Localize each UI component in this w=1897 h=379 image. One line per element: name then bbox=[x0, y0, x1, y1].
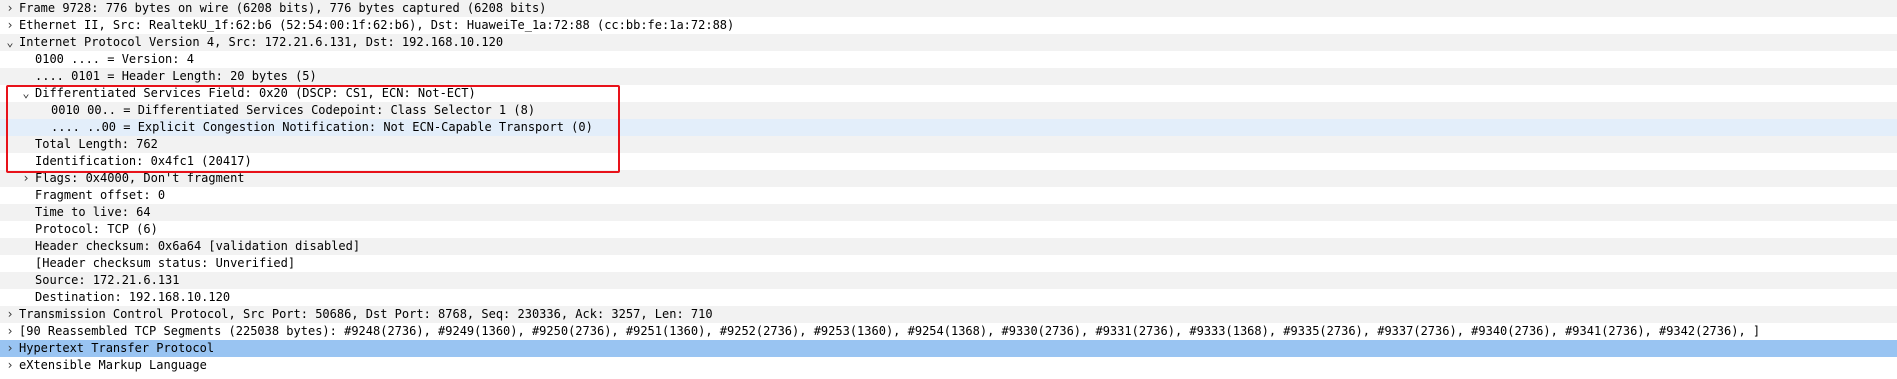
toggle-placeholder bbox=[20, 289, 32, 306]
toggle-placeholder bbox=[20, 221, 32, 238]
tree-row-label: Differentiated Services Field: 0x20 (DSC… bbox=[35, 86, 476, 100]
toggle-placeholder bbox=[20, 272, 32, 289]
tree-row-label: Internet Protocol Version 4, Src: 172.21… bbox=[19, 35, 504, 49]
chevron-right-icon[interactable]: › bbox=[4, 0, 16, 17]
tree-row-label: Source: 172.21.6.131 bbox=[35, 273, 180, 287]
toggle-placeholder bbox=[20, 153, 32, 170]
tree-row-label: Fragment offset: 0 bbox=[35, 188, 166, 202]
tree-row-tcp[interactable]: › Transmission Control Protocol, Src Port… bbox=[0, 306, 1897, 323]
tree-row-ttl[interactable]: Time to live: 64 bbox=[0, 204, 1897, 221]
tree-row-checksum[interactable]: Header checksum: 0x6a64 [validation disa… bbox=[0, 238, 1897, 255]
chevron-down-icon[interactable]: ⌄ bbox=[20, 85, 32, 102]
tree-row-fragment-offset[interactable]: Fragment offset: 0 bbox=[0, 187, 1897, 204]
tree-row-label: Identification: 0x4fc1 (20417) bbox=[35, 154, 252, 168]
tree-row-ipv4[interactable]: ⌄ Internet Protocol Version 4, Src: 172.2… bbox=[0, 34, 1897, 51]
chevron-right-icon[interactable]: › bbox=[4, 17, 16, 34]
packet-details-tree: › Frame 9728: 776 bytes on wire (6208 bit… bbox=[0, 0, 1897, 374]
tree-row-destination[interactable]: Destination: 192.168.10.120 bbox=[0, 289, 1897, 306]
tree-row-label: .... 0101 = Header Length: 20 bytes (5) bbox=[35, 69, 317, 83]
chevron-right-icon[interactable]: › bbox=[4, 357, 16, 374]
tree-row-label: [Header checksum status: Unverified] bbox=[35, 256, 296, 270]
tree-row-flags[interactable]: › Flags: 0x4000, Don't fragment bbox=[0, 170, 1897, 187]
tree-row-http[interactable]: › Hypertext Transfer Protocol bbox=[0, 340, 1897, 357]
toggle-placeholder bbox=[20, 204, 32, 221]
chevron-down-icon[interactable]: ⌄ bbox=[4, 34, 16, 51]
tree-row-label: Destination: 192.168.10.120 bbox=[35, 290, 231, 304]
tree-row-identification[interactable]: Identification: 0x4fc1 (20417) bbox=[0, 153, 1897, 170]
toggle-placeholder bbox=[36, 119, 48, 136]
tree-row-label: Total Length: 762 bbox=[35, 137, 158, 151]
tree-row-label: Ethernet II, Src: RealtekU_1f:62:b6 (52:… bbox=[19, 18, 735, 32]
tree-row-ecn[interactable]: .... ..00 = Explicit Congestion Notifica… bbox=[0, 119, 1897, 136]
tree-row-frame[interactable]: › Frame 9728: 776 bytes on wire (6208 bit… bbox=[0, 0, 1897, 17]
tree-row-label: 0100 .... = Version: 4 bbox=[35, 52, 194, 66]
chevron-right-icon[interactable]: › bbox=[20, 170, 32, 187]
tree-row-version[interactable]: 0100 .... = Version: 4 bbox=[0, 51, 1897, 68]
tree-row-header-length[interactable]: .... 0101 = Header Length: 20 bytes (5) bbox=[0, 68, 1897, 85]
toggle-placeholder bbox=[36, 102, 48, 119]
toggle-placeholder bbox=[20, 255, 32, 272]
toggle-placeholder bbox=[20, 136, 32, 153]
tree-row-source[interactable]: Source: 172.21.6.131 bbox=[0, 272, 1897, 289]
toggle-placeholder bbox=[20, 238, 32, 255]
chevron-right-icon[interactable]: › bbox=[4, 323, 16, 340]
tree-row-label: .... ..00 = Explicit Congestion Notifica… bbox=[51, 120, 593, 134]
chevron-right-icon[interactable]: › bbox=[4, 306, 16, 323]
tree-row-protocol[interactable]: Protocol: TCP (6) bbox=[0, 221, 1897, 238]
tree-row-xml[interactable]: › eXtensible Markup Language bbox=[0, 357, 1897, 374]
tree-row-label: Transmission Control Protocol, Src Port:… bbox=[19, 307, 713, 321]
tree-row-reassembled[interactable]: › [90 Reassembled TCP Segments (225038 by… bbox=[0, 323, 1897, 340]
tree-row-label: Time to live: 64 bbox=[35, 205, 151, 219]
tree-row-label: Header checksum: 0x6a64 [validation disa… bbox=[35, 239, 361, 253]
tree-row-total-length[interactable]: Total Length: 762 bbox=[0, 136, 1897, 153]
tree-row-label: Hypertext Transfer Protocol bbox=[19, 341, 215, 355]
tree-row-checksum-status[interactable]: [Header checksum status: Unverified] bbox=[0, 255, 1897, 272]
chevron-right-icon[interactable]: › bbox=[4, 340, 16, 357]
tree-row-label: Protocol: TCP (6) bbox=[35, 222, 158, 236]
tree-row-label: eXtensible Markup Language bbox=[19, 358, 207, 372]
tree-row-label: [90 Reassembled TCP Segments (225038 byt… bbox=[19, 324, 1761, 338]
tree-row-ethernet[interactable]: › Ethernet II, Src: RealtekU_1f:62:b6 (52… bbox=[0, 17, 1897, 34]
tree-row-dscp[interactable]: 0010 00.. = Differentiated Services Code… bbox=[0, 102, 1897, 119]
toggle-placeholder bbox=[20, 187, 32, 204]
toggle-placeholder bbox=[20, 68, 32, 85]
tree-row-label: Flags: 0x4000, Don't fragment bbox=[35, 171, 245, 185]
tree-row-label: Frame 9728: 776 bytes on wire (6208 bits… bbox=[19, 1, 547, 15]
toggle-placeholder bbox=[20, 51, 32, 68]
tree-row-dsfield[interactable]: ⌄ Differentiated Services Field: 0x20 (DS… bbox=[0, 85, 1897, 102]
tree-row-label: 0010 00.. = Differentiated Services Code… bbox=[51, 103, 536, 117]
